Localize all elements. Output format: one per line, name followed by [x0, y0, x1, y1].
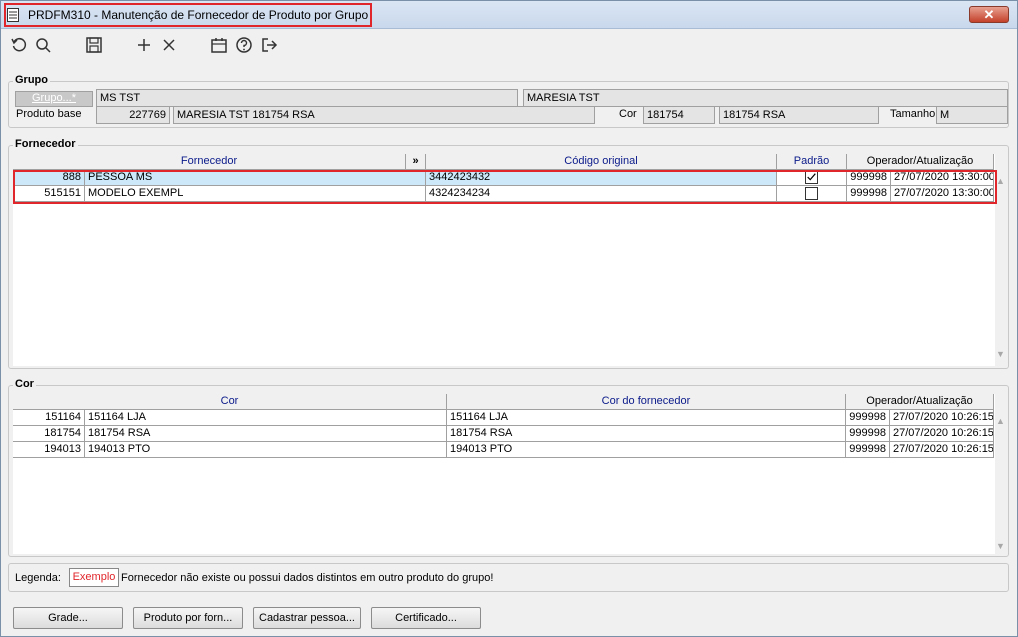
cor-row2-operador: 999998	[846, 426, 890, 442]
legenda-label: Legenda:	[15, 572, 61, 584]
cor-row2-forn[interactable]: 181754 RSA	[447, 426, 846, 442]
cor-row2-name: 181754 RSA	[85, 426, 447, 442]
window-title: PRDFM310 - Manutenção de Fornecedor de P…	[28, 8, 369, 22]
cor-desc-field: 181754 RSA	[719, 106, 879, 124]
legenda-text: Fornecedor não existe ou possui dados di…	[121, 572, 494, 584]
calendar-icon[interactable]	[208, 34, 230, 56]
legenda-exemplo: Exemplo	[69, 568, 119, 587]
tamanho-field[interactable]: M	[936, 106, 1008, 124]
cor-legend: Cor	[13, 378, 36, 390]
exit-icon[interactable]	[258, 34, 280, 56]
cor-scroll-up-icon[interactable]: ▲	[996, 416, 1005, 426]
cor-row3-code: 194013	[13, 442, 85, 458]
cor-group: Cor Cor Cor do fornecedor Operador/Atual…	[8, 378, 1009, 557]
cor-code-field[interactable]: 181754	[643, 106, 715, 124]
help-icon[interactable]	[233, 34, 255, 56]
document-icon	[7, 8, 19, 22]
header-cor[interactable]: Cor	[13, 394, 447, 410]
produto-base-desc-field: MARESIA TST 181754 RSA	[173, 106, 595, 124]
cor-row2-code: 181754	[13, 426, 85, 442]
refresh-icon[interactable]	[8, 34, 30, 56]
cor-row1-data: 27/07/2020 10:26:15	[890, 410, 994, 426]
scroll-down-icon[interactable]: ▼	[996, 349, 1005, 359]
cor-row2-data: 27/07/2020 10:26:15	[890, 426, 994, 442]
cor-row3-name: 194013 PTO	[85, 442, 447, 458]
cor-scroll-down-icon[interactable]: ▼	[996, 541, 1005, 551]
main-window: PRDFM310 - Manutenção de Fornecedor de P…	[0, 0, 1018, 637]
produto-por-forn-button[interactable]: Produto por forn...	[133, 607, 243, 629]
grupo-button[interactable]: Grupo...*	[15, 91, 93, 107]
cor-row3-data: 27/07/2020 10:26:15	[890, 442, 994, 458]
cor-row3-operador: 999998	[846, 442, 890, 458]
header-cor-fornecedor[interactable]: Cor do fornecedor	[447, 394, 846, 410]
cor-row1-forn[interactable]: 151164 LJA	[447, 410, 846, 426]
cor-row1-operador: 999998	[846, 410, 890, 426]
cor-grid: Cor Cor do fornecedor Operador/Atualizaç…	[13, 394, 995, 554]
produto-base-code-field[interactable]: 227769	[96, 106, 170, 124]
scroll-up-icon[interactable]: ▲	[996, 176, 1005, 186]
cor-row3-forn[interactable]: 194013 PTO	[447, 442, 846, 458]
delete-icon[interactable]	[158, 34, 180, 56]
save-icon[interactable]	[83, 34, 105, 56]
cor-label: Cor	[619, 108, 637, 120]
cor-row1-name: 151164 LJA	[85, 410, 447, 426]
header-codigo-original[interactable]: Código original	[426, 154, 777, 170]
header-operador[interactable]: Operador/Atualização	[847, 154, 994, 170]
close-button[interactable]: ✕	[969, 6, 1009, 23]
grupo-legend: Grupo	[13, 74, 50, 86]
header-expand[interactable]: »	[406, 154, 426, 170]
title-bar: PRDFM310 - Manutenção de Fornecedor de P…	[1, 1, 1017, 29]
grupo-code-field[interactable]: MS TST	[96, 89, 518, 107]
add-icon[interactable]	[133, 34, 155, 56]
grupo-desc-field: MARESIA TST	[523, 89, 1008, 107]
search-icon[interactable]	[32, 34, 54, 56]
grupo-group: Grupo Grupo...* MS TST MARESIA TST Produ…	[8, 74, 1009, 128]
certificado-button[interactable]: Certificado...	[371, 607, 481, 629]
header-fornecedor[interactable]: Fornecedor	[13, 154, 406, 170]
produto-base-label: Produto base	[16, 108, 82, 120]
header-cor-operador[interactable]: Operador/Atualização	[846, 394, 994, 410]
cadastrar-pessoa-button[interactable]: Cadastrar pessoa...	[253, 607, 361, 629]
grade-button[interactable]: Grade...	[13, 607, 123, 629]
tamanho-label: Tamanho	[890, 108, 936, 120]
fornecedor-legend: Fornecedor	[13, 138, 78, 150]
cor-row1-code: 151164	[13, 410, 85, 426]
header-padrao[interactable]: Padrão	[777, 154, 847, 170]
legenda-group: Legenda: Exemplo Fornecedor não existe o…	[8, 563, 1009, 592]
toolbar	[1, 30, 1017, 60]
fornecedor-group: Fornecedor Fornecedor » Código original …	[8, 138, 1009, 369]
rows-highlight	[13, 170, 997, 204]
